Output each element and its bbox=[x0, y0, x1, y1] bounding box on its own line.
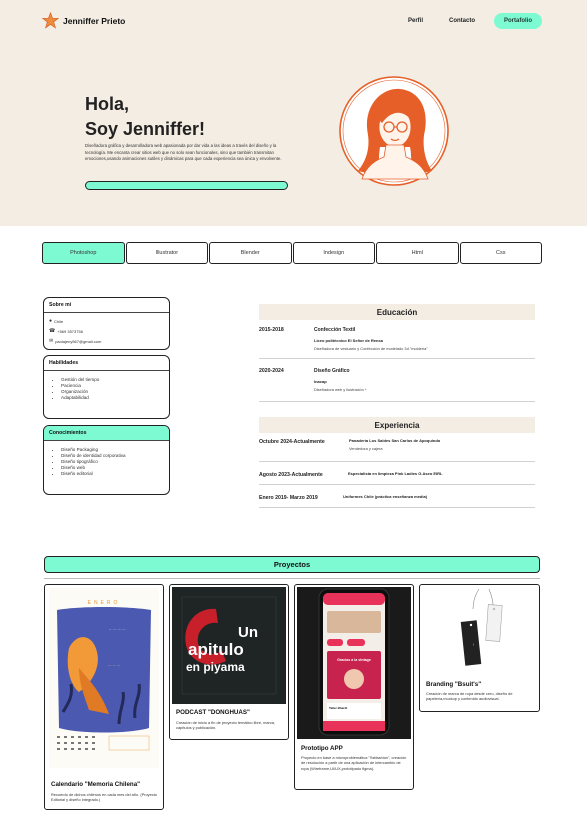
podcast-cover-line-1: Un bbox=[238, 624, 258, 641]
edu-school: Inacap bbox=[314, 379, 327, 384]
exp-date: Enero 2019- Marzo 2019 bbox=[259, 495, 318, 501]
svg-text:— · — · — · — ·: — · — · — · — · bbox=[109, 628, 127, 631]
logo[interactable]: Jenniffer Prieto bbox=[42, 12, 125, 29]
branding-tags-image: ~ bbox=[423, 587, 535, 673]
nav-portafolio-button[interactable]: Portafolio bbox=[494, 13, 542, 29]
exp-date: Octubre 2024-Actualmente bbox=[259, 439, 325, 445]
project-desc: Creación de inicio a fin de proyecto tem… bbox=[176, 720, 276, 731]
tab-html[interactable]: Html bbox=[376, 242, 459, 264]
tab-blender[interactable]: Blender bbox=[209, 242, 292, 264]
edu-years: 2020-2024 bbox=[259, 368, 284, 374]
divider bbox=[259, 401, 535, 402]
divider bbox=[44, 578, 540, 579]
app-prototype-image: Gracias a la vintage Taller Bhardt bbox=[297, 587, 411, 739]
edu-desc: Diseñadora web y ilustración * bbox=[314, 387, 367, 392]
edu-years: 2015-2018 bbox=[259, 327, 284, 333]
portfolio-page: Jenniffer Prieto Perfil Contacto Portafo… bbox=[0, 0, 587, 822]
divider bbox=[259, 507, 535, 508]
phone-icon: ☎ bbox=[49, 328, 56, 334]
podcast-cover-image: Un apitulo en piyama bbox=[172, 587, 286, 704]
hero-cta-bar[interactable] bbox=[85, 181, 288, 190]
podcast-cover-line-3: en piyama bbox=[186, 660, 245, 674]
project-desc: Creación de marca de ropa desde cero, di… bbox=[426, 691, 513, 702]
phone-row: ☎ +569 3573756 bbox=[44, 326, 169, 336]
project-title: Prototipo APP bbox=[301, 745, 343, 752]
project-card-branding[interactable]: ~ Branding "Bsuit's" Creación de marca d… bbox=[419, 584, 540, 712]
habilidades-card: Habilidades Gestión del tiempo Paciencia… bbox=[43, 355, 170, 419]
email-row: ✉ paolajeny567@gmail.com bbox=[44, 336, 169, 346]
email-icon: ✉ bbox=[49, 338, 54, 344]
exp-date: Agosto 2023-Actualmente bbox=[259, 472, 323, 478]
edu-school: Liceo politécnico El Señor de Renca bbox=[314, 338, 383, 343]
sobre-mi-card: Sobre mi ● Chile ☎ +569 3573756 ✉ paolaj… bbox=[43, 297, 170, 350]
location-pin-icon: ● bbox=[49, 318, 53, 324]
star-logo-icon bbox=[42, 12, 59, 29]
skills-tabs: Photoshop Illustrator Blender Indesign H… bbox=[42, 242, 542, 264]
project-title: Calendario "Memoria Chilena" bbox=[51, 781, 141, 788]
conocimientos-list: Diseño Packaging Diseño de identidad cor… bbox=[44, 441, 169, 477]
edu-title: Diseño Gráfico bbox=[314, 368, 350, 374]
exp-company: Uniformes Chile (práctica enseñanza medi… bbox=[343, 494, 428, 499]
brand-name: Jenniffer Prieto bbox=[63, 15, 126, 26]
conocimientos-card: Conocimientos Diseño Packaging Diseño de… bbox=[43, 425, 170, 495]
email-text[interactable]: paolajeny567@gmail.com bbox=[55, 339, 101, 344]
educacion-entry: 2015-2018 Confección Textil Liceo polité… bbox=[259, 327, 535, 357]
calendar-artwork-image: ENERO — · — · — · — · · — · — · — bbox=[49, 588, 159, 768]
exp-company: Especialista en limpieza Pink Ladies G.A… bbox=[348, 471, 443, 476]
app-shop-name: Taller Bhardt bbox=[329, 706, 347, 710]
tab-indesign[interactable]: Indesign bbox=[292, 242, 375, 264]
project-card-prototipo[interactable]: Gracias a la vintage Taller Bhardt Proto… bbox=[294, 584, 414, 790]
exp-company: Panadería Los Saldes San Carlos de Apoqu… bbox=[349, 438, 441, 443]
experiencia-entry: Octubre 2024-Actualmente Panadería Los S… bbox=[259, 438, 535, 458]
list-item: Diseño editorial bbox=[61, 471, 169, 477]
divider bbox=[259, 461, 535, 462]
edu-desc: Diseñadora de vestuario y Confección de … bbox=[314, 346, 428, 351]
podcast-cover-line-2: apitulo bbox=[188, 640, 244, 659]
project-card-calendario[interactable]: ENERO — · — · — · — · · — · — · — Calend… bbox=[44, 584, 164, 810]
top-nav: Perfil Contacto Portafolio bbox=[395, 13, 542, 29]
hero-description: Diseñadora gráfica y desarrolladora web … bbox=[85, 143, 282, 162]
hero-section: Jenniffer Prieto Perfil Contacto Portafo… bbox=[0, 0, 587, 226]
divider bbox=[259, 358, 535, 359]
educacion-entry: 2020-2024 Diseño Gráfico Inacap Diseñado… bbox=[259, 368, 535, 398]
phone-text: +569 3573756 bbox=[57, 328, 83, 334]
conocimientos-title: Conocimientos bbox=[44, 426, 169, 441]
educacion-heading: Educación bbox=[259, 304, 535, 320]
svg-text:· — · — · —: · — · — · — bbox=[107, 664, 120, 667]
experiencia-entry: Agosto 2023-Actualmente Especialista en … bbox=[259, 471, 535, 485]
project-desc: Recuerdo de dichos chilenos en cada mes … bbox=[51, 792, 157, 803]
tab-illustrator[interactable]: Illustrator bbox=[125, 242, 208, 264]
hero-line-1: Hola, bbox=[85, 94, 130, 114]
tab-photoshop[interactable]: Photoshop bbox=[42, 242, 125, 264]
location-text: Chile bbox=[54, 318, 64, 324]
hero-heading: Hola, Soy Jenniffer! bbox=[85, 92, 205, 142]
edu-title: Confección Textil bbox=[314, 327, 356, 333]
portrait-illustration bbox=[339, 76, 449, 186]
tab-css[interactable]: Css bbox=[459, 242, 542, 264]
project-desc: Proyecto en base a microproblemática "Ss… bbox=[301, 755, 407, 771]
proyectos-heading: Proyectos bbox=[44, 556, 540, 573]
hero-line-2: Soy Jenniffer! bbox=[85, 119, 206, 139]
experiencia-entry: Enero 2019- Marzo 2019 Uniformes Chile (… bbox=[259, 494, 535, 508]
habilidades-title: Habilidades bbox=[44, 356, 169, 371]
calendar-month-label: ENERO bbox=[88, 600, 121, 606]
app-banner-text: Gracias a la vintage bbox=[337, 658, 371, 662]
nav-perfil[interactable]: Perfil bbox=[395, 18, 436, 24]
exp-role: Vendedora y cajera bbox=[349, 446, 383, 451]
list-item: Adaptabilidad bbox=[61, 395, 169, 401]
habilidades-list: Gestión del tiempo Paciencia Organizació… bbox=[44, 371, 169, 401]
project-title: PODCAST "DONGHUAS" bbox=[176, 709, 250, 716]
nav-contacto[interactable]: Contacto bbox=[436, 18, 488, 24]
divider bbox=[259, 484, 535, 485]
experiencia-heading: Experiencia bbox=[259, 417, 535, 433]
sobre-mi-title: Sobre mi bbox=[44, 298, 169, 313]
project-card-podcast[interactable]: Un apitulo en piyama PODCAST "DONGHUAS" … bbox=[169, 584, 289, 740]
project-title: Branding "Bsuit's" bbox=[426, 681, 482, 688]
location-row: ● Chile bbox=[44, 316, 169, 326]
